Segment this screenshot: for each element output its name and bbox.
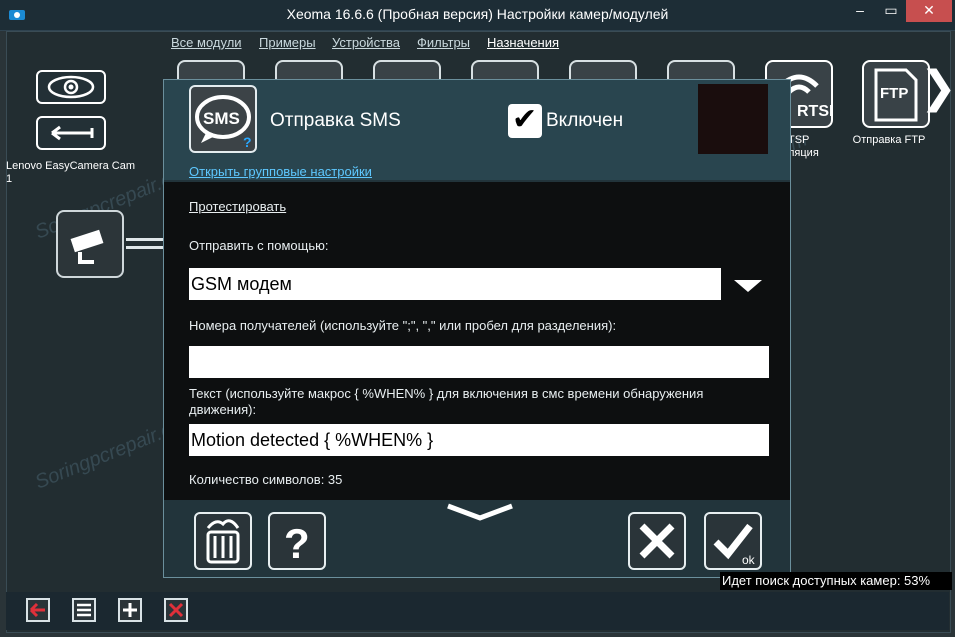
- expand-chevron-icon[interactable]: [444, 502, 516, 522]
- svg-text:?: ?: [243, 134, 252, 150]
- bottom-toolbar: [6, 592, 949, 630]
- char-count: Количество символов: 35: [189, 472, 343, 487]
- plus-icon: [123, 603, 137, 617]
- enabled-checkbox[interactable]: ✔: [508, 103, 542, 138]
- rtsp-caption: TSP ляция: [788, 134, 819, 159]
- chevron-down-icon[interactable]: [734, 280, 762, 292]
- list-view-button[interactable]: [72, 598, 96, 622]
- send-via-label: Отправить с помощью:: [189, 238, 329, 253]
- send-via-value: GSM модем: [191, 274, 292, 294]
- menu-examples[interactable]: Примеры: [259, 35, 316, 50]
- enabled-label: Включен: [546, 110, 624, 131]
- recipients-input[interactable]: [189, 346, 769, 378]
- sms-text-input[interactable]: Motion detected { %WHEN% }: [189, 424, 769, 456]
- cancel-icon: [639, 523, 675, 559]
- ok-check-icon: ok: [713, 523, 756, 567]
- test-link[interactable]: Протестировать: [189, 199, 286, 214]
- camera-icon: [70, 229, 104, 264]
- camera-node[interactable]: [56, 210, 124, 278]
- group-settings-link[interactable]: Открыть групповые настройки: [189, 164, 372, 179]
- title-bar: Xeoma 16.6.6 (Пробная версия) Настройки …: [0, 0, 955, 31]
- dialog-title: Отправка SMS: [270, 110, 401, 131]
- sms-bubble-icon: SMS ?: [195, 95, 252, 150]
- red-x-icon: [168, 602, 184, 618]
- checkmark-icon: ✔: [512, 103, 538, 136]
- connection-line: [126, 238, 164, 241]
- chevron-right-icon[interactable]: ❯: [920, 62, 955, 113]
- red-back-arrow-icon: [29, 602, 45, 618]
- back-red-button[interactable]: [26, 598, 50, 622]
- ftp-caption: Отправка FTP: [852, 134, 926, 146]
- back-arrow-icon: [51, 125, 94, 141]
- eye-icon: [47, 75, 95, 99]
- rtsp-label: RTSP: [797, 103, 831, 120]
- ftp-document-icon: FTP: [874, 68, 918, 122]
- sms-text-value: Motion detected { %WHEN% }: [191, 430, 434, 450]
- menu-all-modules[interactable]: Все модули: [171, 35, 242, 50]
- remove-camera-button[interactable]: [164, 598, 188, 622]
- minimize-button[interactable]: ‒: [845, 0, 875, 22]
- dialog-body: Протестировать Отправить с помощью: GSM …: [164, 182, 790, 500]
- help-icon: ?: [284, 520, 310, 567]
- maximize-button[interactable]: ▭: [876, 0, 906, 22]
- connection-line: [126, 246, 164, 249]
- module-menu-bar: Все модули Примеры Устройства Фильтры На…: [0, 31, 955, 53]
- trash-icon: [206, 519, 240, 564]
- send-via-dropdown[interactable]: GSM модем: [189, 268, 721, 300]
- menu-devices[interactable]: Устройства: [332, 35, 400, 50]
- cancel-button[interactable]: [628, 512, 686, 570]
- sms-settings-dialog: SMS ? Отправка SMS ✔ Включен Открыть гру…: [163, 79, 791, 578]
- camera-search-status: Идет поиск доступных камер: 53%: [720, 572, 952, 590]
- dialog-header: SMS ? Отправка SMS ✔ Включен Открыть гру…: [164, 80, 790, 180]
- camera-name: Lenovo EasyCamera Cam 1: [6, 160, 136, 185]
- close-window-button[interactable]: ✕: [906, 0, 952, 22]
- svg-text:?: ?: [284, 520, 310, 567]
- back-button[interactable]: [36, 116, 106, 150]
- menu-destinations[interactable]: Назначения: [487, 35, 559, 50]
- sms-icon-label: SMS: [203, 109, 240, 128]
- ok-label: ok: [742, 553, 756, 567]
- view-camera-button[interactable]: [36, 70, 106, 104]
- delete-module-button[interactable]: [194, 512, 252, 570]
- sms-icon: SMS ?: [189, 85, 257, 153]
- ok-button[interactable]: ok: [704, 512, 762, 570]
- sms-text-label: Текст (используйте макрос { %WHEN% } для…: [189, 386, 704, 417]
- help-button[interactable]: ?: [268, 512, 326, 570]
- list-icon: [77, 603, 91, 617]
- window-title: Xeoma 16.6.6 (Пробная версия) Настройки …: [286, 6, 669, 22]
- ftp-label: FTP: [880, 85, 908, 102]
- add-camera-button[interactable]: [118, 598, 142, 622]
- camera-preview-thumbnail: [698, 84, 768, 154]
- recipients-label: Номера получателей (используйте ";", ","…: [189, 318, 617, 333]
- menu-filters[interactable]: Фильтры: [417, 35, 470, 50]
